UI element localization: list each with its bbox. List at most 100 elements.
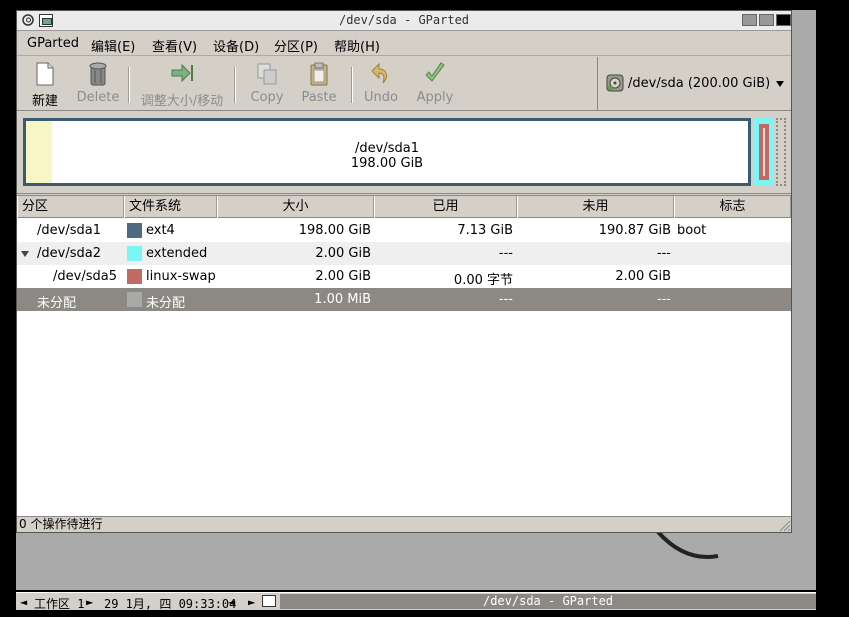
cell-unused: --- <box>656 292 671 307</box>
cell-filesystem: ext4 <box>146 223 175 238</box>
filesystem-color-swatch <box>127 292 142 307</box>
column-header-filesystem[interactable]: 文件系统 <box>124 196 217 218</box>
menu-help[interactable]: 帮助(H) <box>334 36 380 55</box>
delete-button-label: Delete <box>76 90 120 105</box>
maximize-button[interactable] <box>759 14 774 26</box>
resize-arrow-icon <box>171 63 193 83</box>
window-title: /dev/sda - GParted <box>338 13 470 27</box>
cell-used: --- <box>498 246 513 261</box>
cell-partition: /dev/sda5 <box>53 269 117 284</box>
hard-disk-icon <box>606 74 624 92</box>
device-selector[interactable]: /dev/sda (200.00 GiB) <box>597 57 791 110</box>
chevron-down-icon <box>776 81 784 87</box>
expander-arrow-icon[interactable] <box>21 251 29 257</box>
menu-partition[interactable]: 分区(P) <box>274 36 318 55</box>
taskbar-window-button[interactable]: /dev/sda - GParted <box>280 594 816 609</box>
copy-button-label: Copy <box>250 90 284 105</box>
filesystem-color-swatch <box>127 246 142 261</box>
table-row[interactable]: /dev/sda1 ext4 198.00 GiB 7.13 GiB 190.8… <box>17 219 791 242</box>
undo-button-label: Undo <box>364 90 398 105</box>
table-row-selected[interactable]: 未分配 未分配 1.00 MiB --- --- <box>17 288 791 311</box>
menubar: GParted 编辑(E) 查看(V) 设备(D) 分区(P) 帮助(H) <box>17 32 791 56</box>
copy-button[interactable]: Copy <box>249 61 285 105</box>
device-selector-label: /dev/sda (200.00 GiB) <box>628 76 771 91</box>
task-next-icon[interactable]: ► <box>248 595 255 609</box>
copy-icon <box>257 63 277 85</box>
disk-graphic-label: /dev/sda1 198.00 GiB <box>26 141 748 171</box>
cell-unused: 2.00 GiB <box>615 269 671 284</box>
toolbar-separator <box>234 67 236 103</box>
new-button-label: 新建 <box>31 94 58 109</box>
paste-button-label: Paste <box>301 90 337 105</box>
menu-gparted[interactable]: GParted <box>27 36 79 51</box>
cell-unused: 190.87 GiB <box>598 223 671 238</box>
filesystem-color-swatch <box>127 269 142 284</box>
toolbar-separator <box>128 67 130 103</box>
menu-edit[interactable]: 编辑(E) <box>91 36 135 55</box>
clock: 29 1月, 四 09:33:04 <box>104 597 237 611</box>
disk-graphic-partition-name: /dev/sda1 <box>355 141 419 156</box>
workspace-next-icon[interactable]: ► <box>86 595 93 609</box>
minimize-button[interactable] <box>742 14 757 26</box>
disk-graphic-unallocated[interactable] <box>776 118 786 186</box>
disk-graphic-extended-partition[interactable] <box>754 118 774 186</box>
column-header-unused[interactable]: 未用 <box>517 196 674 218</box>
statusbar: 0 个操作待进行 <box>17 516 791 532</box>
apply-button[interactable]: Apply <box>414 61 456 105</box>
workspace-label[interactable]: 工作区 1 <box>34 595 84 612</box>
checkmark-icon <box>425 62 445 82</box>
cell-used: 7.13 GiB <box>457 223 513 238</box>
filesystem-color-swatch <box>127 223 142 238</box>
disk-graphic-partition-size: 198.00 GiB <box>350 156 424 171</box>
column-header-used[interactable]: 已用 <box>374 196 517 218</box>
partition-table: 分区 文件系统 大小 已用 未用 标志 /dev/sda1 ext4 198.0… <box>17 195 791 516</box>
cell-size: 2.00 GiB <box>315 246 371 261</box>
cell-partition: 未分配 <box>37 296 77 311</box>
paste-button[interactable]: Paste <box>299 61 339 105</box>
resize-move-button-label: 调整大小/移动 <box>140 94 224 109</box>
undo-arrow-icon <box>371 62 387 84</box>
undo-button[interactable]: Undo <box>363 61 399 105</box>
cell-size: 2.00 GiB <box>315 269 371 284</box>
window-titlebar[interactable]: /dev/sda - GParted <box>17 11 791 31</box>
table-row[interactable]: /dev/sda2 extended 2.00 GiB --- --- <box>17 242 791 265</box>
cell-filesystem: 未分配 <box>146 296 186 311</box>
partition-table-header: 分区 文件系统 大小 已用 未用 标志 <box>17 196 791 218</box>
cell-used: 0.00 字节 <box>453 273 513 288</box>
table-row[interactable]: /dev/sda5 linux-swap 2.00 GiB 0.00 字节 2.… <box>17 265 791 288</box>
toolbar: 新建 Delete 调整大小/移动 Copy Paste Undo Apply … <box>17 57 791 111</box>
new-button[interactable]: 新建 <box>29 61 61 109</box>
cell-used: --- <box>498 292 513 307</box>
resize-move-button[interactable]: 调整大小/移动 <box>138 61 226 109</box>
gparted-window: /dev/sda - GParted GParted 编辑(E) 查看(V) 设… <box>16 10 792 533</box>
cell-size: 1.00 MiB <box>314 292 371 307</box>
delete-button[interactable]: Delete <box>75 61 121 105</box>
menu-device[interactable]: 设备(D) <box>213 36 259 55</box>
column-header-size[interactable]: 大小 <box>217 196 374 218</box>
cell-flags: boot <box>677 223 707 238</box>
menu-view[interactable]: 查看(V) <box>152 36 197 55</box>
cell-partition: /dev/sda1 <box>37 223 101 238</box>
new-document-icon <box>36 62 54 86</box>
paste-clipboard-icon <box>310 62 328 86</box>
trash-icon <box>89 62 107 86</box>
task-prev-icon[interactable]: ◄ <box>228 595 235 609</box>
toolbar-separator <box>351 67 353 103</box>
disk-graphic: /dev/sda1 198.00 GiB <box>17 112 791 194</box>
cell-filesystem: linux-swap <box>146 269 216 284</box>
apply-button-label: Apply <box>416 90 454 105</box>
workspace-prev-icon[interactable]: ◄ <box>20 595 27 609</box>
cell-unused: --- <box>656 246 671 261</box>
close-button[interactable] <box>776 14 791 26</box>
desktop-swirl-decoration <box>656 530 719 559</box>
column-header-flags[interactable]: 标志 <box>674 196 791 218</box>
column-header-partition[interactable]: 分区 <box>17 196 124 218</box>
cell-filesystem: extended <box>146 246 208 261</box>
gparted-taskbar-icon[interactable] <box>262 595 276 607</box>
pending-operations-status: 0 个操作待进行 <box>19 517 103 531</box>
disk-graphic-partition-sda1[interactable]: /dev/sda1 198.00 GiB <box>23 118 751 186</box>
resize-grip-icon[interactable] <box>777 518 791 532</box>
taskbar-panel: ◄ 工作区 1 ► 29 1月, 四 09:33:04 ◄ ► /dev/sda… <box>16 592 816 612</box>
cell-partition: /dev/sda2 <box>37 246 101 261</box>
disk-graphic-swap-partition[interactable] <box>759 124 769 180</box>
